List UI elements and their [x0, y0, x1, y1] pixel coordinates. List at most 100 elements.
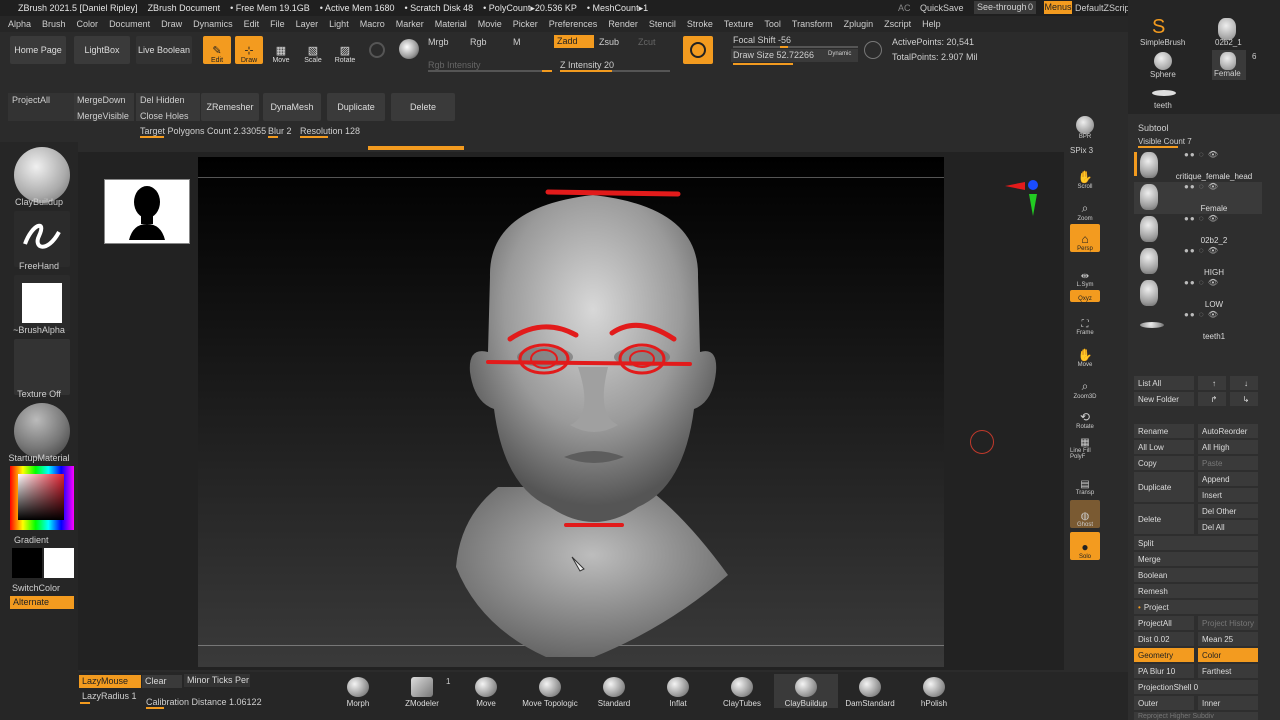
texture-thumb[interactable] [14, 339, 70, 395]
project-all-button[interactable]: ProjectAll [12, 95, 50, 105]
draw-button[interactable]: ⊹ Draw [235, 36, 263, 64]
quicksave-button[interactable]: QuickSave [920, 3, 964, 13]
merge-visible-button[interactable]: MergeVisible [77, 111, 129, 121]
zsub-button[interactable]: Zsub [599, 37, 619, 47]
merge-menu[interactable]: Merge [1134, 552, 1258, 566]
farthest-button[interactable]: Farthest [1198, 664, 1258, 678]
persp-button[interactable]: ⌂ Persp [1070, 224, 1100, 252]
color-toggle[interactable]: Color [1198, 648, 1258, 662]
project-all-subtool-button[interactable]: ProjectAll [1134, 616, 1194, 630]
duplicate-subtool-button[interactable]: Duplicate [1134, 472, 1194, 502]
brush-inflat[interactable]: Inflat [646, 674, 710, 708]
rgb-button[interactable]: Rgb [470, 37, 487, 47]
subtool-visibility-icon[interactable]: ●● ◌ 👁 [1184, 310, 1219, 319]
3d-viewport[interactable] [198, 157, 944, 667]
color-picker[interactable] [10, 466, 74, 530]
switch-color-button[interactable]: SwitchColor [12, 583, 60, 593]
subtool-item[interactable]: ●● ◌ 👁 teeth1 [1134, 310, 1262, 342]
menu-edit[interactable]: Edit [244, 19, 260, 29]
lazyradius-slider[interactable]: LazyRadius 1 [82, 691, 137, 701]
all-high-button[interactable]: All High [1198, 440, 1258, 454]
live-boolean-button[interactable]: Live Boolean [136, 36, 192, 64]
dynamic-toggle[interactable]: Dynamic [828, 51, 851, 57]
menu-macro[interactable]: Macro [360, 19, 385, 29]
geometry-toggle[interactable]: Geometry [1134, 648, 1194, 662]
menu-document[interactable]: Document [109, 19, 150, 29]
material-thumb[interactable] [14, 403, 70, 459]
tool-02b2[interactable]: 02b2_1 [1215, 38, 1242, 47]
menu-stroke[interactable]: Stroke [687, 19, 713, 29]
target-polygons-slider[interactable]: Target Polygons Count 2.33055 [140, 126, 266, 136]
close-holes-button[interactable]: Close Holes [140, 111, 189, 121]
dynamic-persp-icon[interactable] [864, 41, 882, 59]
secondary-color-swatch[interactable] [44, 548, 74, 578]
list-all-button[interactable]: List All [1134, 376, 1194, 390]
xyz-button[interactable]: Qxyz [1070, 290, 1100, 302]
brush-mode-button[interactable] [683, 36, 713, 64]
subtool-item[interactable]: ●● ◌ 👁 critique_female_head [1134, 150, 1262, 182]
scale-button[interactable]: ▧ Scale [300, 38, 326, 64]
color-square[interactable] [18, 474, 64, 520]
move-up-arrow-icon[interactable]: ↑ [1198, 376, 1226, 390]
menu-tool[interactable]: Tool [764, 19, 781, 29]
tool-female-tile[interactable]: Female [1212, 50, 1246, 80]
default-zscript[interactable]: DefaultZScript [1075, 3, 1132, 13]
axis-gizmo[interactable] [1003, 178, 1043, 222]
reproject-button[interactable]: Reproject Higher Subdiv [1134, 712, 1258, 720]
brush-move-topologic[interactable]: Move Topologic [518, 674, 582, 708]
subtool-visibility-icon[interactable]: ●● ◌ 👁 [1184, 278, 1219, 287]
menu-brush[interactable]: Brush [42, 19, 66, 29]
copy-button[interactable]: Copy [1134, 456, 1194, 470]
alpha-thumb[interactable] [14, 275, 70, 331]
subtool-item[interactable]: ●● ◌ 👁 HIGH [1134, 246, 1262, 278]
menu-layer[interactable]: Layer [296, 19, 319, 29]
scroll-button[interactable]: ✋ Scroll [1070, 162, 1100, 190]
mean-slider[interactable]: Mean 25 [1198, 632, 1258, 646]
brush-hpolish[interactable]: hPolish [902, 674, 966, 708]
folder-down-arrow-icon[interactable]: ↳ [1230, 392, 1258, 406]
del-other-button[interactable]: Del Other [1198, 504, 1258, 518]
dynamesh-button[interactable]: DynaMesh [263, 93, 321, 121]
subtool-header[interactable]: Subtool [1138, 123, 1169, 133]
menu-transform[interactable]: Transform [792, 19, 833, 29]
see-through-slider[interactable]: See-through 0 [974, 1, 1036, 14]
subtool-item[interactable]: ●● ◌ 👁 LOW [1134, 278, 1262, 310]
folder-up-arrow-icon[interactable]: ↱ [1198, 392, 1226, 406]
subtool-item[interactable]: ●● ◌ 👁 Female [1134, 182, 1262, 214]
paste-button[interactable]: Paste [1198, 456, 1258, 470]
append-button[interactable]: Append [1198, 472, 1258, 486]
mrgb-button[interactable]: Mrgb [428, 37, 449, 47]
lazymouse-button[interactable]: LazyMouse [79, 675, 141, 688]
outer-button[interactable]: Outer [1134, 696, 1194, 710]
edit-button[interactable]: ✎ Edit [203, 36, 231, 64]
zcut-button[interactable]: Zcut [638, 37, 656, 47]
zadd-button[interactable]: Zadd [554, 35, 594, 48]
projection-shell-slider[interactable]: ProjectionShell 0 [1134, 680, 1258, 694]
menu-draw[interactable]: Draw [161, 19, 182, 29]
move-down-arrow-icon[interactable]: ↓ [1230, 376, 1258, 390]
spix-slider[interactable]: SPix 3 [1070, 146, 1093, 155]
auto-reorder-button[interactable]: AutoReorder [1198, 424, 1258, 438]
rename-button[interactable]: Rename [1134, 424, 1194, 438]
menu-texture[interactable]: Texture [724, 19, 754, 29]
head-sculpt[interactable] [198, 157, 944, 667]
menu-render[interactable]: Render [608, 19, 638, 29]
primary-color-swatch[interactable] [12, 548, 42, 578]
tool-teeth[interactable]: teeth [1154, 101, 1172, 110]
alternate-button[interactable]: Alternate [10, 596, 74, 609]
transp-button[interactable]: ▤ Transp [1070, 468, 1100, 496]
lsym-button[interactable]: ⇹ L.Sym [1070, 260, 1100, 288]
tool-teeth-thumb[interactable] [1152, 90, 1176, 96]
delete-subtool-button[interactable]: Delete [1134, 504, 1194, 534]
subtool-visibility-icon[interactable]: ●● ◌ 👁 [1184, 214, 1219, 223]
draw-size-slider[interactable]: Draw Size 52.72266 Dynamic [731, 49, 858, 62]
tool-simplebrush[interactable]: SimpleBrush [1140, 38, 1185, 47]
stroke-thumb[interactable] [14, 211, 70, 267]
remesh-menu[interactable]: Remesh [1134, 584, 1258, 598]
brush-claybuildup[interactable]: ClayBuildup [774, 674, 838, 708]
project-menu[interactable]: • Project [1134, 600, 1258, 614]
bpr-button[interactable]: BPR [1070, 112, 1100, 140]
focal-shift-slider[interactable]: Focal Shift -56 [733, 35, 791, 45]
menu-zplugin[interactable]: Zplugin [844, 19, 874, 29]
rotate-view-button[interactable]: ⟲ Rotate [1070, 402, 1100, 430]
